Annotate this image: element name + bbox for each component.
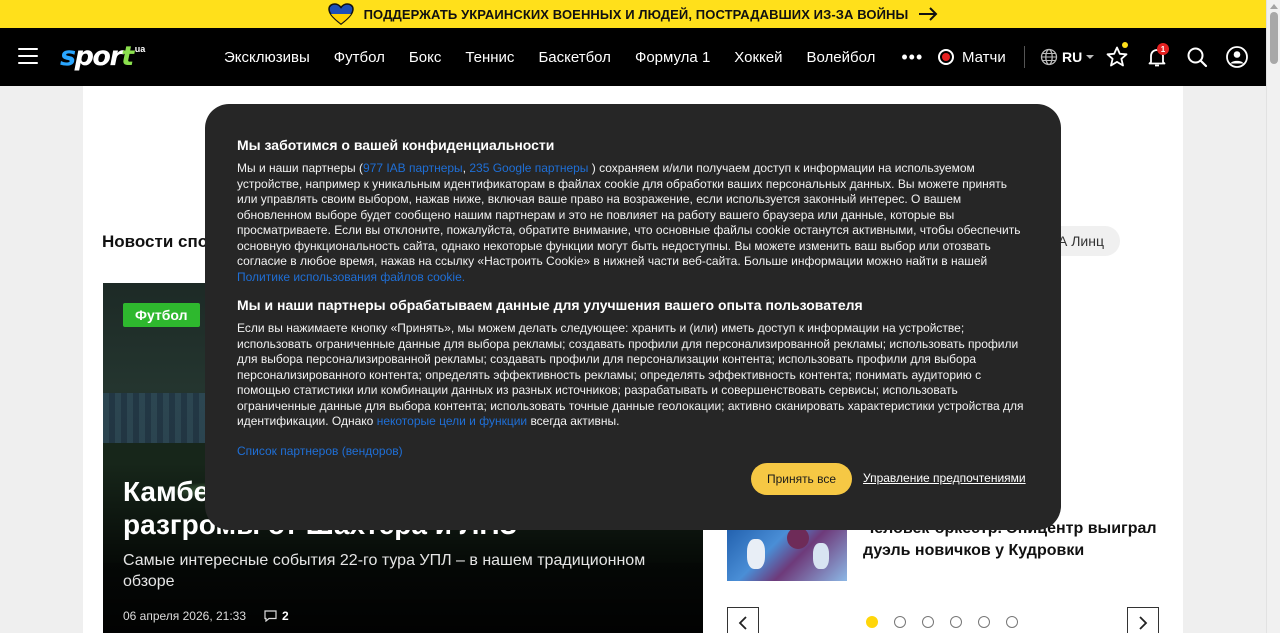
- vendors-link[interactable]: Список партнеров (вендоров): [237, 444, 403, 458]
- accept-all-button[interactable]: Принять все: [751, 463, 852, 495]
- globe-icon: [1040, 48, 1058, 66]
- live-icon: [938, 49, 954, 65]
- comments-count[interactable]: 2: [264, 609, 289, 623]
- pager-dot-5[interactable]: [978, 616, 990, 628]
- pager-dots: [866, 616, 1018, 628]
- arrow-right-icon: [919, 7, 938, 21]
- search-icon[interactable]: [1185, 45, 1209, 69]
- cookie-consent-dialog: Мы заботимся о вашей конфиденциальности …: [205, 104, 1061, 530]
- hero-date: 06 апреля 2026, 21:33: [123, 609, 247, 623]
- google-partners-link[interactable]: 235 Google партнеры: [469, 161, 588, 175]
- hero-meta: 06 апреля 2026, 21:33 2: [123, 609, 289, 623]
- hero-subtitle: Самые интересные события 22-го тура УПЛ …: [123, 552, 646, 590]
- nav-item-exclusives[interactable]: Эксклюзивы: [224, 49, 310, 66]
- next-button[interactable]: [1127, 607, 1159, 633]
- pager-dot-3[interactable]: [922, 616, 934, 628]
- language-label: RU: [1062, 49, 1083, 65]
- pager-dot-6[interactable]: [1006, 616, 1018, 628]
- banner-text: ПОДДЕРЖАТЬ УКРАИНСКИХ ВОЕННЫХ И ЛЮДЕЙ, П…: [363, 6, 909, 22]
- matches-label: Матчи: [962, 48, 1006, 66]
- chevron-left-icon: [738, 616, 747, 630]
- cookie-purposes: Если вы нажимаете кнопку «Принять», мы м…: [237, 321, 1024, 428]
- language-selector[interactable]: RU: [1040, 28, 1095, 86]
- iab-partners-link[interactable]: 977 IAB партнеры: [363, 161, 463, 175]
- support-banner[interactable]: ПОДДЕРЖАТЬ УКРАИНСКИХ ВОЕННЫХ И ЛЮДЕЙ, П…: [0, 0, 1266, 28]
- page-scrollbar[interactable]: [1266, 0, 1280, 633]
- manage-preferences-link[interactable]: Управление предпочтениями: [863, 471, 1026, 485]
- chevron-right-icon: [1139, 616, 1148, 630]
- heart-icon: [327, 3, 354, 25]
- site-header: sport ua Эксклюзивы Футбол Бокс Теннис Б…: [0, 28, 1266, 86]
- header-divider: [1024, 46, 1025, 68]
- main-nav: Эксклюзивы Футбол Бокс Теннис Баскетбол …: [224, 28, 923, 86]
- comment-icon: [264, 610, 277, 622]
- prev-button[interactable]: [727, 607, 759, 633]
- nav-item-volleyball[interactable]: Волейбол: [807, 49, 876, 66]
- cookie-description: Мы и наши партнеры (977 IAB партнеры, 23…: [237, 161, 1021, 284]
- pager-dot-1[interactable]: [866, 616, 878, 628]
- nav-item-football[interactable]: Футбол: [334, 49, 385, 66]
- more-icon[interactable]: •••: [901, 47, 923, 68]
- nav-item-formula1[interactable]: Формула 1: [635, 49, 710, 66]
- pager-dot-2[interactable]: [894, 616, 906, 628]
- nav-item-hockey[interactable]: Хоккей: [734, 49, 782, 66]
- cookie-title: Мы заботимся о вашей конфиденциальности: [237, 137, 555, 153]
- favorites-indicator: [1122, 42, 1128, 48]
- purposes-link[interactable]: некоторые цели и функции: [377, 414, 527, 428]
- site-logo[interactable]: sport ua: [60, 40, 145, 74]
- category-badge[interactable]: Футбол: [123, 303, 200, 327]
- nav-item-boxing[interactable]: Бокс: [409, 49, 441, 66]
- cookie-subtitle: Мы и наши партнеры обрабатываем данные д…: [237, 297, 863, 313]
- scroll-thumb[interactable]: [1270, 12, 1278, 64]
- matches-button[interactable]: Матчи: [938, 28, 1006, 86]
- nav-item-tennis[interactable]: Теннис: [465, 49, 514, 66]
- scroll-up-arrow[interactable]: [1270, 4, 1278, 9]
- user-icon[interactable]: [1225, 45, 1249, 69]
- star-icon[interactable]: [1105, 45, 1129, 69]
- pager-dot-4[interactable]: [950, 616, 962, 628]
- caret-down-icon: [1086, 55, 1095, 59]
- news-section-title: Новости спо: [102, 232, 209, 251]
- cookie-policy-link[interactable]: Политике использования файлов cookie.: [237, 270, 465, 284]
- menu-icon[interactable]: [18, 48, 38, 64]
- nav-item-basketball[interactable]: Баскетбол: [538, 49, 611, 66]
- notification-badge: 1: [1157, 43, 1169, 55]
